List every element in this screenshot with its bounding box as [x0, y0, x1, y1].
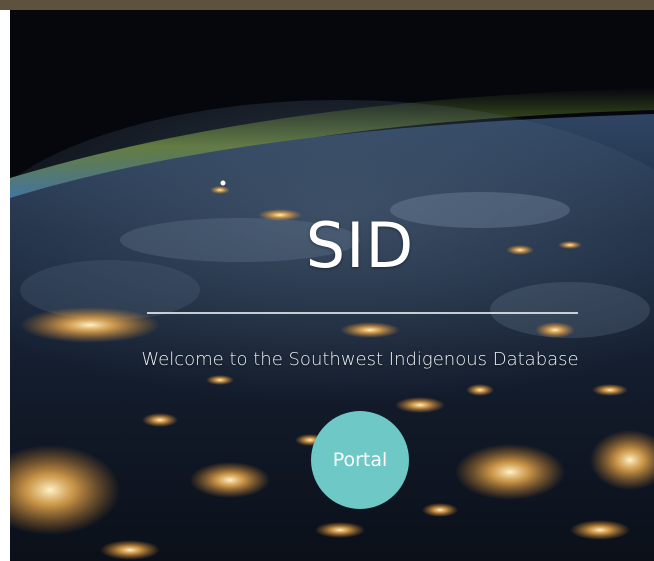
title-divider: [147, 312, 578, 314]
top-bar: [0, 0, 654, 10]
left-margin-strip: [0, 10, 10, 561]
portal-button[interactable]: Portal: [311, 411, 409, 509]
welcome-subtitle: Welcome to the Southwest Indigenous Data…: [141, 349, 579, 370]
site-title: SID: [305, 209, 415, 282]
hero-section: SID Welcome to the Southwest Indigenous …: [10, 10, 654, 561]
